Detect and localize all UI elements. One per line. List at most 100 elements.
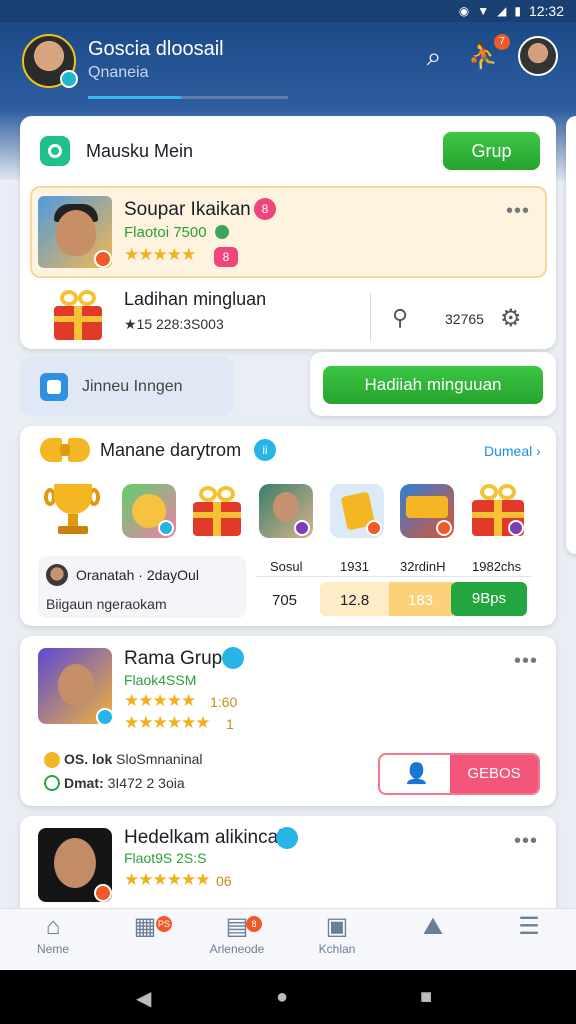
value-button[interactable]: 9Bps xyxy=(451,582,527,616)
group-rating: 1:60 xyxy=(210,694,238,710)
user-avatar[interactable] xyxy=(22,34,78,88)
app-icon xyxy=(40,136,70,166)
tab-indicator xyxy=(88,96,288,99)
header-subtitle: Qnaneia xyxy=(88,64,149,81)
profile-subtitle: Flaot9S 2S:S xyxy=(124,850,207,866)
group-stars-2: ★★★★★★ xyxy=(124,713,210,732)
weekly-title: Ladihan mingluan xyxy=(124,289,267,309)
crate-badge xyxy=(436,520,452,536)
profile-verified-badge xyxy=(276,827,298,849)
battery-icon: ▮ xyxy=(514,4,521,18)
more-icon[interactable]: ••• xyxy=(514,830,538,853)
menu-icon: ☰ xyxy=(518,913,540,940)
nav-badge: 8 xyxy=(246,916,262,932)
profile-icon: ⛰ xyxy=(422,913,444,940)
highlight-badge: 8 xyxy=(254,198,276,220)
tab-indicator-active xyxy=(88,96,181,99)
status-time: 12:32 xyxy=(528,3,564,19)
profile-rating: 06 xyxy=(216,873,232,889)
nav-label: Neme xyxy=(36,942,69,956)
weekly-subtitle: ★15 228:3S003 xyxy=(124,316,224,332)
weekly-stat: 32765 xyxy=(445,311,484,327)
person-badge xyxy=(294,520,310,536)
location-icon: ⚲ xyxy=(392,305,409,330)
row-avatar xyxy=(46,564,68,586)
grup-button[interactable]: Grup xyxy=(443,132,540,170)
divider xyxy=(370,292,371,342)
profile-name: Hedelkam alikincal xyxy=(124,827,283,848)
group-stars: ★★★★★ xyxy=(124,691,196,710)
home-icon: ⌂ xyxy=(45,913,61,940)
hadiah-button[interactable]: Hadiiah minguuan xyxy=(323,366,543,404)
nav-label: Arleneode xyxy=(209,942,265,956)
user-add-icon[interactable]: 👤 xyxy=(404,761,429,786)
bow-icon xyxy=(40,436,90,466)
nav-inbox[interactable]: ▤ Arleneode xyxy=(192,912,282,956)
photo-badge xyxy=(94,250,112,268)
gift-box-icon: ▦ xyxy=(133,913,157,940)
verified-badge xyxy=(60,70,78,88)
highlight-subtitle: Flaotoi 7500 xyxy=(124,224,207,241)
gift-icon xyxy=(52,290,104,340)
table-header: Sosul xyxy=(270,559,303,574)
row-subtitle: Biigaun ngeraokam xyxy=(46,596,167,612)
nav-label: Kchlan xyxy=(318,942,356,956)
search-icon[interactable]: ⌕ xyxy=(416,38,452,74)
alarm-icon: ◉ xyxy=(458,4,470,18)
highlight-name: Soupar Ikaikan xyxy=(124,199,251,220)
join-label: Jinneu Inngen xyxy=(82,378,183,395)
wifi-icon: ▼ xyxy=(477,4,490,18)
table-cell: 705 xyxy=(272,592,298,609)
group-photo-badge xyxy=(96,708,114,726)
inbox-icon: ▤ xyxy=(225,913,249,940)
row-name: Oranatah · 2dayOul xyxy=(76,567,199,583)
profile-photo-badge xyxy=(94,884,112,902)
coin-icon xyxy=(44,752,60,768)
gift-red-badge xyxy=(508,520,524,536)
table-cell: 12.8 xyxy=(340,592,370,609)
profile-stars: ★★★★★★ xyxy=(124,870,210,889)
detail-link[interactable]: Dumeal › xyxy=(484,443,541,459)
group-subtitle: Flaok4SSM xyxy=(124,672,197,688)
profile-avatar[interactable] xyxy=(518,36,558,76)
main-card-title: Mausku Mein xyxy=(86,141,194,161)
mission-badge: ii xyxy=(254,439,276,461)
table-header: 1982chs xyxy=(472,559,522,574)
nav-badge: PS xyxy=(156,916,172,932)
gift-box-icon[interactable] xyxy=(191,484,245,538)
nav-profile[interactable]: ⛰ xyxy=(388,912,478,942)
table-header: 1931 xyxy=(340,559,369,574)
notification-badge: 7 xyxy=(494,34,510,50)
group-name: Rama Grup xyxy=(124,648,223,669)
group-meta-1: OS. lok SloSmnaninal xyxy=(64,751,203,767)
highlight-stars: ★★★★★ xyxy=(124,245,196,264)
back-icon[interactable]: ◀ xyxy=(136,986,151,1011)
gear-icon[interactable]: ⚙ xyxy=(500,304,522,333)
join-icon xyxy=(40,373,68,401)
message-icon: ▣ xyxy=(325,913,349,940)
side-panel-peek[interactable] xyxy=(566,116,576,554)
sweets-badge xyxy=(158,520,174,536)
more-icon[interactable]: ••• xyxy=(506,200,530,223)
mission-title: Manane darytrom xyxy=(100,440,242,460)
home-button-icon[interactable]: ● xyxy=(276,986,288,1009)
more-icon[interactable]: ••• xyxy=(514,650,538,673)
action-button[interactable]: GEBOS xyxy=(450,755,538,793)
status-bar: ◉ ▼ ◢ ▮ 12:32 xyxy=(0,0,576,22)
clock-icon xyxy=(44,775,60,791)
group-meta-2: Dmat: 3I472 2 3oia xyxy=(64,775,185,791)
globe-icon xyxy=(215,225,229,239)
group-rating-2: 1 xyxy=(226,716,234,732)
table-header: 32rdinH xyxy=(400,559,446,574)
table-cell: 183 xyxy=(408,592,434,609)
table-divider xyxy=(256,576,532,577)
signal-icon: ◢ xyxy=(497,4,507,18)
nav-menu[interactable]: ☰ xyxy=(484,912,574,942)
card-badge xyxy=(366,520,382,536)
recents-icon[interactable]: ■ xyxy=(420,986,432,1009)
trophy-icon[interactable] xyxy=(44,484,100,538)
nav-messages[interactable]: ▣ Kchlan xyxy=(292,912,382,956)
nav-gifts[interactable]: ▦ xyxy=(100,912,190,942)
group-verified-badge xyxy=(222,647,244,669)
nav-home[interactable]: ⌂ Neme xyxy=(8,912,98,956)
